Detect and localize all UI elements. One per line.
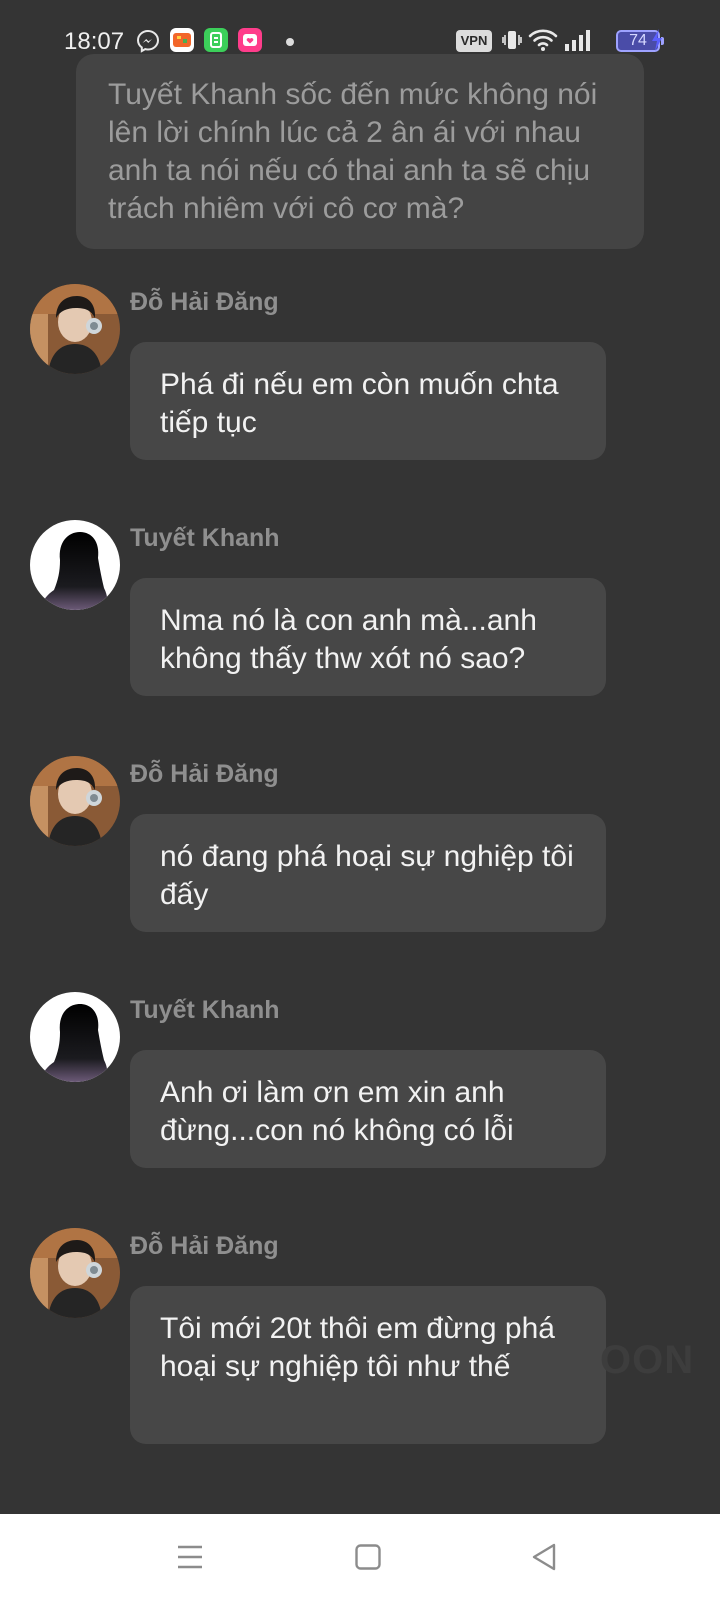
chat-story-screen: 18:07 VPN 74 Tuyết Khanh sốc đến mức khô… <box>0 0 720 1604</box>
wifi-icon <box>528 28 558 57</box>
avatar-tuyet-khanh[interactable] <box>30 520 120 610</box>
message-bubble: nó đang phá hoại sự nghiệp tôi đấy <box>130 814 606 932</box>
sender-name: Tuyết Khanh <box>130 524 280 552</box>
watermark: OON <box>600 1338 695 1382</box>
message-bubble: Tôi mới 20t thôi em đừng phá hoại sự ngh… <box>130 1286 606 1444</box>
menu-icon[interactable] <box>176 1542 204 1577</box>
game-app-icon <box>170 28 194 57</box>
female-silhouette-avatar-icon <box>30 992 120 1082</box>
female-silhouette-avatar-icon <box>30 520 120 610</box>
message-bubble: Phá đi nếu em còn muốn chta tiếp tục <box>130 342 606 460</box>
vibrate-icon <box>502 28 522 57</box>
sender-name: Đỗ Hải Đăng <box>130 760 279 788</box>
signal-icon <box>564 28 594 57</box>
charging-icon <box>650 28 664 57</box>
status-time: 18:07 <box>64 28 125 55</box>
message-bubble: Nma nó là con anh mà...anh không thấy th… <box>130 578 606 696</box>
message-bubble: Anh ơi làm ơn em xin anh đừng...con nó k… <box>130 1050 606 1168</box>
home-icon[interactable] <box>354 1542 382 1577</box>
male-avatar-icon <box>30 284 120 374</box>
avatar-do-hai-dang[interactable] <box>30 1228 120 1318</box>
avatar-do-hai-dang[interactable] <box>30 284 120 374</box>
avatar-tuyet-khanh[interactable] <box>30 992 120 1082</box>
navigation-bar <box>0 1514 720 1604</box>
green-app-icon <box>204 28 228 57</box>
male-avatar-icon <box>30 756 120 846</box>
male-avatar-icon <box>30 1228 120 1318</box>
more-notifications-dot <box>286 38 294 46</box>
sender-name: Tuyết Khanh <box>130 996 280 1024</box>
vpn-badge: VPN <box>456 30 492 52</box>
avatar-do-hai-dang[interactable] <box>30 756 120 846</box>
sender-name: Đỗ Hải Đăng <box>130 288 279 316</box>
sender-name: Đỗ Hải Đăng <box>130 1232 279 1260</box>
love-app-icon <box>238 28 262 57</box>
back-icon[interactable] <box>530 1542 558 1577</box>
narration-bubble: Tuyết Khanh sốc đến mức không nói lên lờ… <box>76 54 644 249</box>
